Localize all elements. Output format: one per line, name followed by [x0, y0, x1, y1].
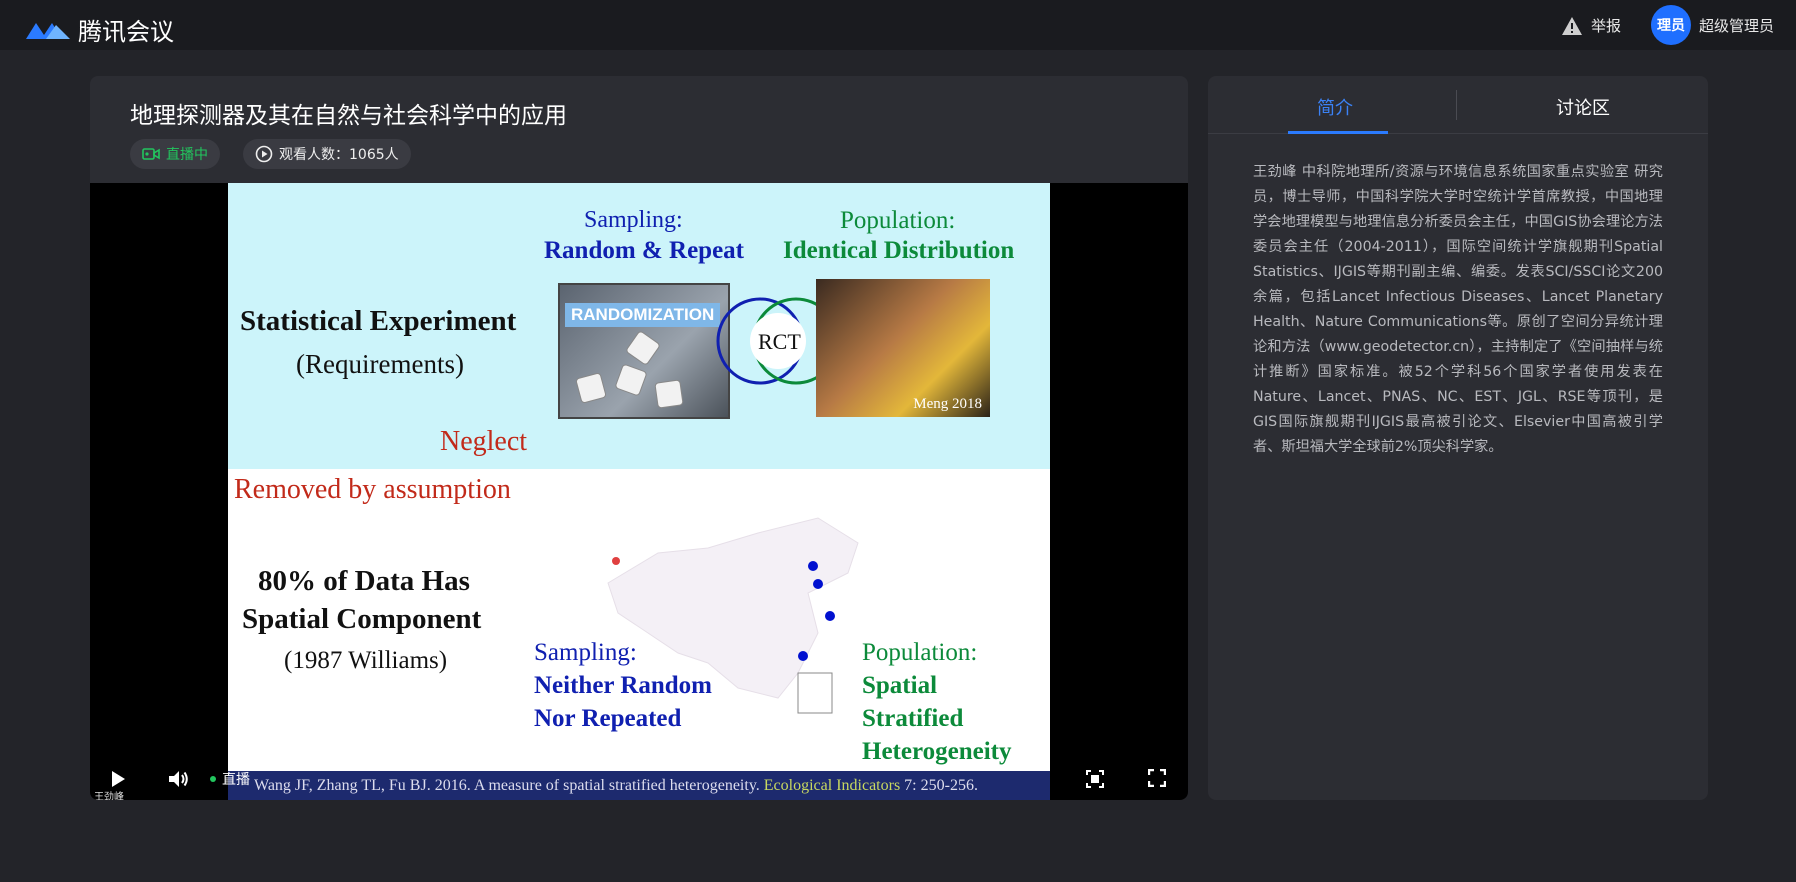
slide-population-bottom: Population:: [862, 639, 978, 666]
randomization-photo: RANDOMIZATION: [558, 283, 730, 419]
top-bar: 腾讯会议 举报 理员 超级管理员: [0, 0, 1796, 50]
slide-identical-distribution: Identical Distribution: [783, 237, 1015, 264]
slide-population-top: Population:: [840, 207, 956, 234]
slide-neither-random: Neither Random: [534, 672, 713, 699]
report-button[interactable]: 举报: [1561, 15, 1621, 36]
tab-intro[interactable]: 简介: [1317, 94, 1353, 120]
volume-icon[interactable]: [168, 769, 190, 789]
dice-image: [575, 372, 607, 404]
viewer-count: 观看人数：1065人: [279, 147, 399, 163]
slide-sampling-top: Sampling:: [584, 207, 683, 233]
tab-discussion[interactable]: 讨论区: [1556, 94, 1610, 120]
fullscreen-icon[interactable]: [1148, 769, 1166, 787]
live-indicator: 直播: [210, 769, 250, 789]
rct-label: RCT: [758, 329, 801, 354]
live-status-label: 直播中: [166, 147, 208, 163]
slide-removed-by-assumption: Removed by assumption: [234, 474, 511, 505]
main-panel: 地理探测器及其在自然与社会科学中的应用 直播中 观看人数：1065人 Sampl…: [90, 76, 1188, 800]
slide-statistical-experiment: Statistical Experiment: [240, 305, 517, 337]
avatar[interactable]: 理员: [1650, 5, 1691, 45]
slide-sampling-bottom: Sampling:: [534, 639, 637, 666]
page-title: 地理探测器及其在自然与社会科学中的应用: [130, 103, 567, 129]
slide-data-80-line2: Spatial Component: [242, 603, 482, 635]
active-tab-underline: [1288, 131, 1388, 134]
slide-nor-repeated: Nor Repeated: [534, 705, 682, 732]
slide-data-80-line1: 80% of Data Has: [258, 565, 470, 597]
user-name: 超级管理员: [1698, 16, 1774, 35]
slide-stratified: Stratified: [862, 705, 964, 732]
dice-image: [614, 363, 648, 397]
tencent-meeting-logo-icon: [26, 22, 70, 39]
slide-neglect: Neglect: [440, 426, 528, 457]
speaker-name: 王劲峰: [94, 792, 124, 800]
slide-random-repeat: Random & Repeat: [544, 237, 744, 264]
warning-icon: [1561, 16, 1582, 35]
child-cooking-photo: Meng 2018: [816, 279, 990, 417]
slide-requirements: (Requirements): [296, 349, 464, 379]
side-panel: 简介 讨论区 王劲峰 中科院地理所/资源与环境信息系统国家重点实验室 研究员，博…: [1208, 76, 1708, 800]
user-menu[interactable]: 理员 超级管理员: [1650, 5, 1774, 45]
video-camera-icon: [142, 148, 160, 160]
play-icon[interactable]: [110, 770, 126, 788]
randomization-label: RANDOMIZATION: [565, 303, 721, 327]
speaker-intro-text: 王劲峰 中科院地理所/资源与环境信息系统国家重点实验室 研究员，博士导师，中国科…: [1253, 164, 1663, 455]
dice-image: [654, 379, 684, 409]
live-status-badge: 直播中: [130, 139, 220, 169]
screenshot-icon[interactable]: [1086, 770, 1104, 788]
shared-slide: Sampling: Random & Repeat Population: Id…: [228, 183, 1050, 800]
slide-williams: (1987 Williams): [284, 647, 448, 674]
page-bottom-area: [0, 826, 1796, 882]
dice-image: [624, 329, 662, 367]
player-controls: 直播: [90, 758, 1188, 800]
live-indicator-label: 直播: [222, 772, 250, 788]
app-logo[interactable]: 腾讯会议: [24, 12, 174, 47]
side-tabs: 简介 讨论区: [1208, 76, 1708, 134]
play-circle-icon: [255, 145, 273, 163]
report-label: 举报: [1590, 17, 1621, 35]
video-player[interactable]: Sampling: Random & Repeat Population: Id…: [90, 183, 1188, 800]
viewer-count-badge: 观看人数：1065人: [243, 139, 411, 169]
app-name: 腾讯会议: [78, 18, 174, 46]
tab-divider: [1456, 90, 1457, 120]
slide-spatial: Spatial: [862, 672, 938, 699]
photo-caption: Meng 2018: [913, 396, 982, 412]
live-dot-icon: [210, 776, 216, 782]
